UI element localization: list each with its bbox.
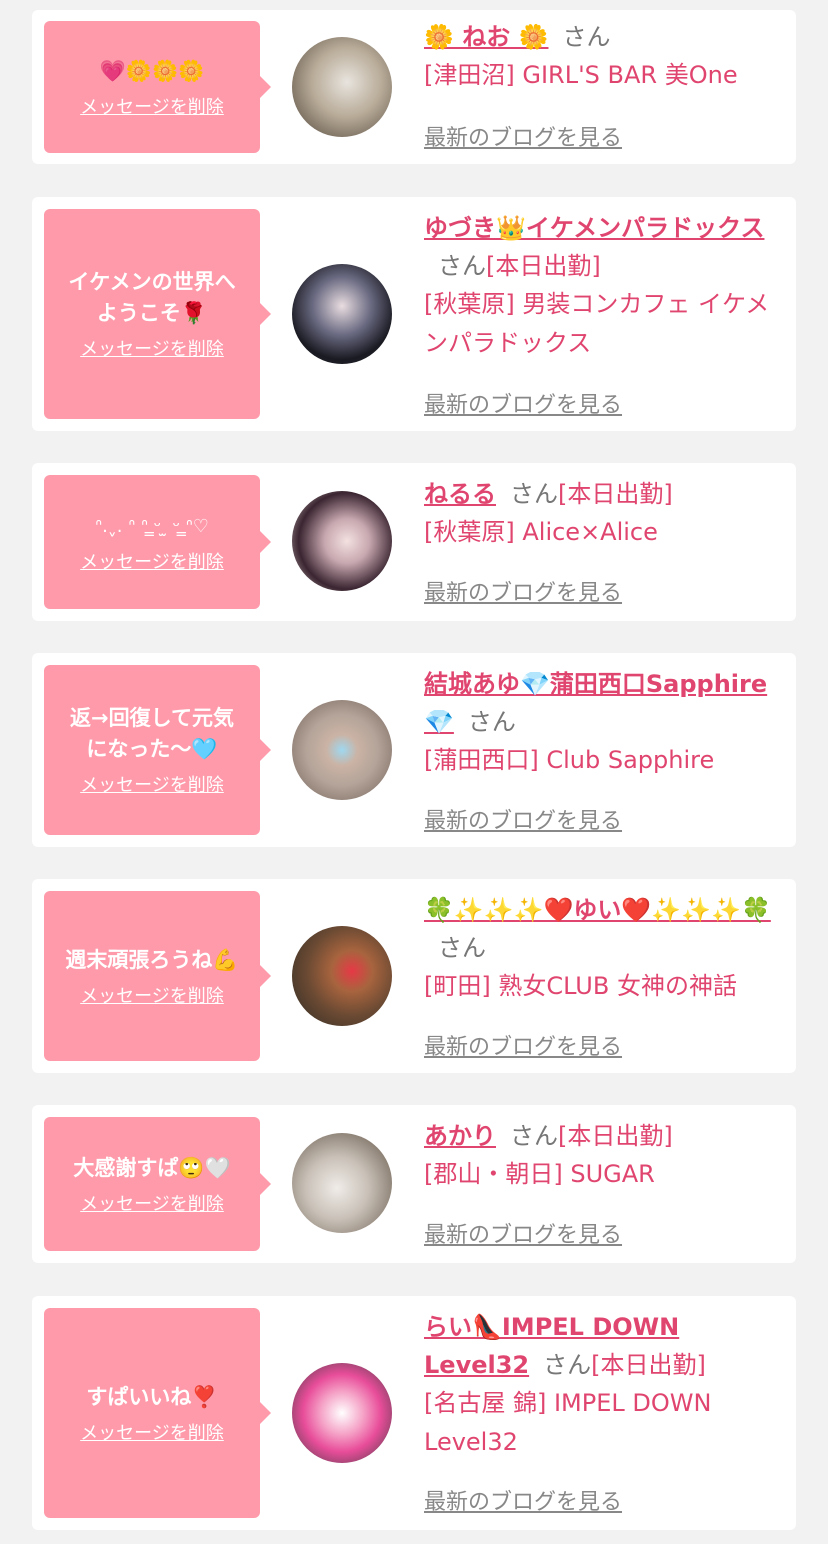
latest-blog-link[interactable]: 最新のブログを見る (424, 1217, 622, 1249)
delete-message-link[interactable]: メッセージを削除 (80, 982, 224, 1008)
latest-blog-link[interactable]: 最新のブログを見る (424, 803, 622, 835)
delete-message-link[interactable]: メッセージを削除 (80, 335, 224, 361)
cast-info: 🌼 ねお 🌼 さん [津田沼] GIRL'S BAR 美One (424, 18, 790, 95)
avatar[interactable] (292, 1363, 392, 1463)
honorific: さん (543, 1351, 592, 1379)
delete-message-link[interactable]: メッセージを削除 (80, 93, 224, 119)
message-text: すぱいいね❣️ (86, 1384, 218, 1409)
latest-blog-link[interactable]: 最新のブログを見る (424, 120, 622, 152)
message-bubble: ᐢ.ˬ. ᐢ ᐢ ̳ᵕ ̫ ᵕ ̳ᐢ♡ メッセージを削除 (44, 475, 271, 609)
delete-message-link[interactable]: メッセージを削除 (80, 548, 224, 574)
cast-info: 🍀✨✨✨❤️ゆい❤️✨✨✨🍀 さん [町田] 熟女CLUB 女神の神話 (424, 891, 790, 1006)
delete-message-link[interactable]: メッセージを削除 (80, 1419, 224, 1445)
status-text: [本日出勤] (558, 1122, 673, 1150)
message-text: 大感謝すぱ🙄🤍 (73, 1155, 231, 1180)
message-card: 返→回復して元気 になった〜🩵 メッセージを削除 結城あゆ💎蒲田西口Sapphi… (32, 653, 796, 847)
avatar[interactable] (292, 700, 392, 800)
avatar[interactable] (292, 926, 392, 1026)
status-text: [本日出勤] (591, 1351, 706, 1379)
message-card: ᐢ.ˬ. ᐢ ᐢ ̳ᵕ ̫ ᵕ ̳ᐢ♡ メッセージを削除 ねるる さん[本日出勤]… (32, 463, 796, 621)
cast-name-link[interactable]: 🍀✨✨✨❤️ゆい❤️✨✨✨🍀 (424, 896, 771, 924)
cast-name-link[interactable]: ねるる (424, 480, 496, 508)
message-card: すぱいいね❣️ メッセージを削除 らい👠IMPEL DOWN Level32 さん… (32, 1296, 796, 1530)
message-bubble: 💗🌼🌼🌼 メッセージを削除 (44, 21, 271, 153)
latest-blog-link[interactable]: 最新のブログを見る (424, 1484, 622, 1516)
message-text: 週末頑張ろうね💪 (65, 947, 239, 972)
avatar[interactable] (292, 37, 392, 137)
cast-info: ねるる さん[本日出勤] [秋葉原] Alice×Alice (424, 475, 790, 552)
delete-message-link[interactable]: メッセージを削除 (80, 771, 224, 797)
honorific: さん (562, 23, 611, 51)
cast-name-link[interactable]: ゆづき👑イケメンパラドックス (424, 214, 764, 242)
message-text: ᐢ.ˬ. ᐢ ᐢ ̳ᵕ ̫ ᵕ ̳ᐢ♡ (95, 515, 209, 537)
shop-text: [蒲田西口] Club Sapphire (424, 746, 715, 774)
message-card: 💗🌼🌼🌼 メッセージを削除 🌼 ねお 🌼 さん [津田沼] GIRL'S BAR … (32, 10, 796, 164)
message-bubble: すぱいいね❣️ メッセージを削除 (44, 1308, 271, 1518)
message-text: イケメンの世界へ ようこそ🌹 (68, 270, 236, 325)
cast-info: あかり さん[本日出勤] [郡山・朝日] SUGAR (424, 1117, 790, 1194)
message-bubble: 返→回復して元気 になった〜🩵 メッセージを削除 (44, 665, 271, 835)
message-card: 大感謝すぱ🙄🤍 メッセージを削除 あかり さん[本日出勤] [郡山・朝日] SUG… (32, 1105, 796, 1263)
shop-text: [秋葉原] Alice×Alice (424, 518, 658, 546)
message-card: 週末頑張ろうね💪 メッセージを削除 🍀✨✨✨❤️ゆい❤️✨✨✨🍀 さん [町田] … (32, 879, 796, 1073)
message-card: イケメンの世界へ ようこそ🌹 メッセージを削除 ゆづき👑イケメンパラドックスさん… (32, 197, 796, 431)
status-text: [本日出勤] (558, 480, 673, 508)
honorific: さん (467, 708, 516, 736)
honorific: さん (438, 252, 486, 280)
delete-message-link[interactable]: メッセージを削除 (80, 1190, 224, 1216)
latest-blog-link[interactable]: 最新のブログを見る (424, 1029, 622, 1061)
latest-blog-link[interactable]: 最新のブログを見る (424, 387, 622, 419)
shop-text: [秋葉原] 男装コンカフェ イケメンパラドックス (424, 290, 770, 357)
shop-text: [津田沼] GIRL'S BAR 美One (424, 61, 738, 89)
shop-text: [町田] 熟女CLUB 女神の神話 (424, 972, 737, 1000)
avatar[interactable] (292, 264, 392, 364)
honorific: さん (510, 1122, 558, 1150)
honorific: さん (438, 934, 486, 962)
avatar[interactable] (292, 1133, 392, 1233)
status-text: [本日出勤] (486, 252, 601, 280)
cast-info: ゆづき👑イケメンパラドックスさん[本日出勤] [秋葉原] 男装コンカフェ イケメ… (424, 209, 790, 363)
cast-name-link[interactable]: あかり (424, 1122, 496, 1150)
message-bubble: イケメンの世界へ ようこそ🌹 メッセージを削除 (44, 209, 271, 419)
latest-blog-link[interactable]: 最新のブログを見る (424, 575, 622, 607)
cast-info: らい👠IMPEL DOWN Level32 さん[本日出勤] [名古屋 錦] IM… (424, 1308, 790, 1462)
message-bubble: 大感謝すぱ🙄🤍 メッセージを削除 (44, 1117, 271, 1251)
honorific: さん (510, 480, 558, 508)
avatar[interactable] (292, 491, 392, 591)
cast-name-link[interactable]: 🌼 ねお 🌼 (424, 23, 548, 51)
cast-info: 結城あゆ💎蒲田西口Sapphire💎 さん [蒲田西口] Club Sapphir… (424, 665, 790, 780)
message-bubble: 週末頑張ろうね💪 メッセージを削除 (44, 891, 271, 1061)
message-text: 💗🌼🌼🌼 (99, 58, 205, 83)
shop-text: [名古屋 錦] IMPEL DOWN Level32 (424, 1389, 712, 1456)
message-text: 返→回復して元気 になった〜🩵 (70, 706, 234, 761)
shop-text: [郡山・朝日] SUGAR (424, 1160, 655, 1188)
